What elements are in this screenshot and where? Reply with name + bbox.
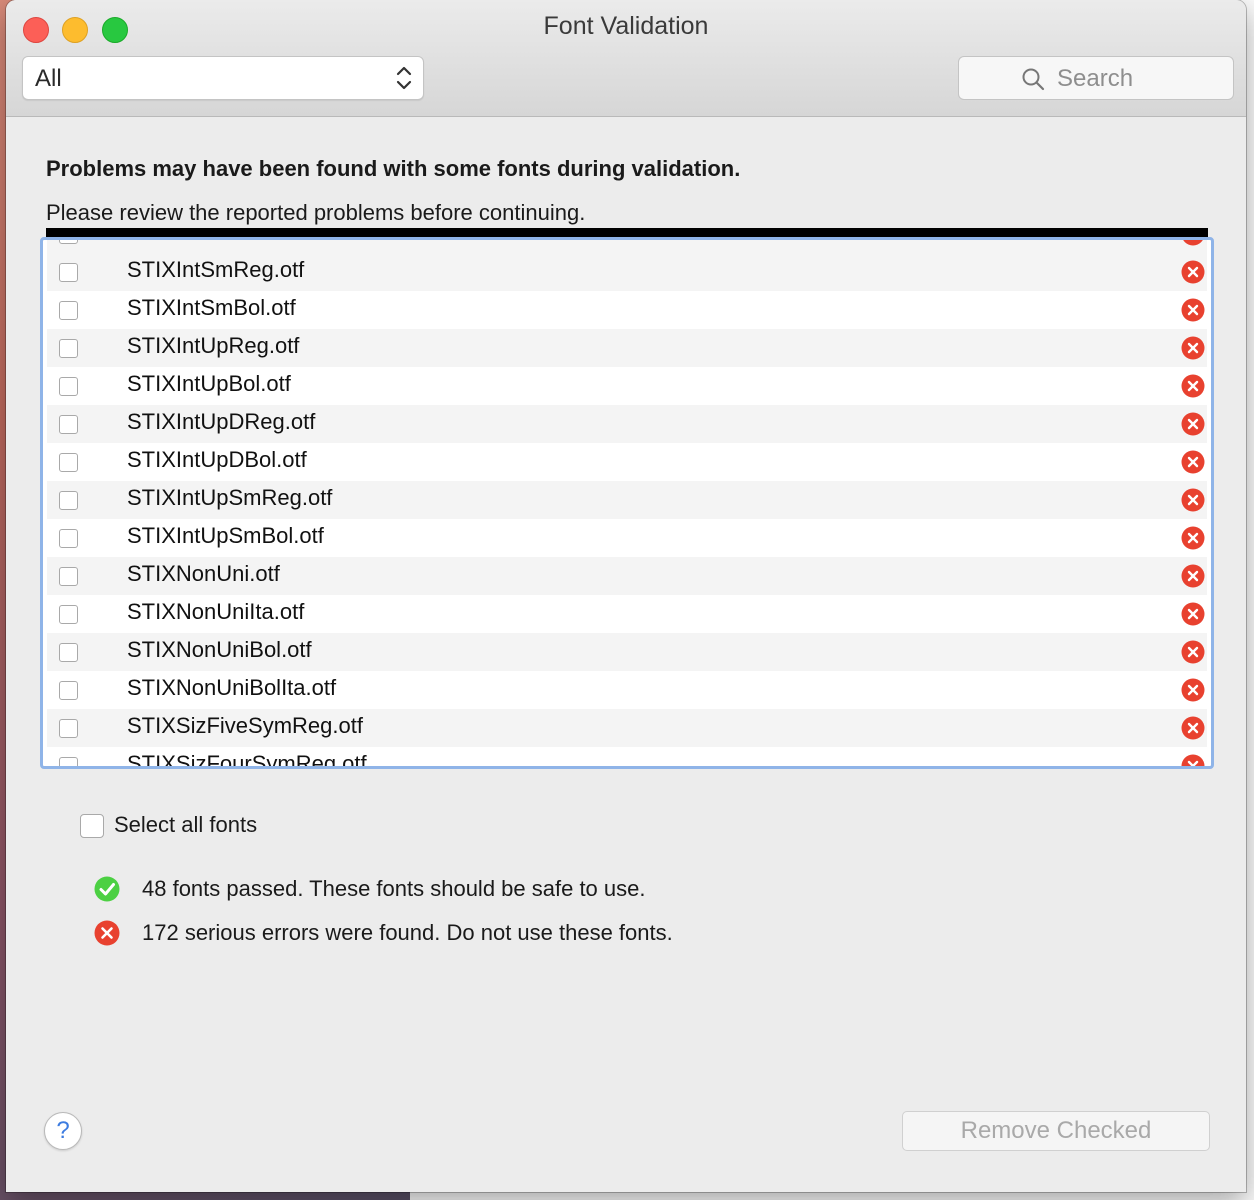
font-list-row[interactable]: STIXSizFiveSymReg.otf	[47, 709, 1207, 747]
font-file-name: STIXIntSmReg.otf	[127, 257, 305, 282]
font-row-checkbox[interactable]	[59, 491, 78, 510]
font-file-name: STIXSizFiveSymReg.otf	[127, 713, 363, 738]
font-list-row[interactable]: STIXNonUni.otf	[47, 557, 1207, 595]
font-list-row[interactable]: STIXIntSmItaBol.otf	[47, 240, 1207, 253]
up-down-chevron-icon	[396, 66, 412, 90]
font-list-rows: STIXIntSmItaBol.otf STIXIntSmReg.otf STIXI…	[47, 240, 1207, 766]
font-list[interactable]: STIXIntSmItaBol.otf STIXIntSmReg.otf STIXI…	[40, 237, 1214, 769]
font-row-checkbox[interactable]	[59, 453, 78, 472]
font-row-checkbox[interactable]	[59, 757, 78, 766]
passed-summary: 48 fonts passed. These fonts should be s…	[142, 876, 646, 901]
font-file-name: STIXSizFourSymReg.otf	[127, 751, 367, 766]
error-circle-icon	[1181, 260, 1205, 284]
font-file-name: STIXIntSmBol.otf	[127, 295, 296, 320]
font-list-row[interactable]: STIXIntSmBol.otf	[47, 291, 1207, 329]
errors-summary: 172 serious errors were found. Do not us…	[142, 920, 673, 945]
font-list-row[interactable]: STIXIntUpReg.otf	[47, 329, 1207, 367]
font-list-row[interactable]: STIXIntUpSmReg.otf	[47, 481, 1207, 519]
font-row-checkbox[interactable]	[59, 263, 78, 282]
font-row-checkbox[interactable]	[59, 301, 78, 320]
font-list-row[interactable]: STIXNonUniBol.otf	[47, 633, 1207, 671]
font-row-checkbox[interactable]	[59, 681, 78, 700]
error-circle-icon	[1181, 336, 1205, 360]
font-file-name: STIXIntUpDReg.otf	[127, 409, 316, 434]
window-title: Font Validation	[543, 12, 709, 40]
font-list-row[interactable]: STIXIntUpDBol.otf	[47, 443, 1207, 481]
font-row-checkbox[interactable]	[59, 643, 78, 662]
font-file-name: STIXNonUniBolIta.otf	[127, 675, 337, 700]
error-circle-icon	[1181, 640, 1205, 664]
search-placeholder: Search	[1057, 65, 1134, 92]
search-icon	[1022, 68, 1045, 91]
error-circle-icon	[1181, 564, 1205, 588]
error-circle-icon	[1181, 754, 1205, 766]
font-row-checkbox[interactable]	[59, 605, 78, 624]
font-row-checkbox[interactable]	[59, 339, 78, 358]
select-all-label[interactable]: Select all fonts	[114, 812, 257, 838]
font-row-checkbox[interactable]	[59, 240, 78, 244]
help-button[interactable]: ?	[44, 1112, 82, 1150]
error-circle-icon	[1181, 374, 1205, 398]
font-file-name: STIXIntUpSmReg.otf	[127, 485, 333, 510]
check-circle-icon	[94, 876, 120, 902]
font-list-row[interactable]: STIXIntUpDReg.otf	[47, 405, 1207, 443]
error-circle-icon	[1181, 450, 1205, 474]
title-bar: Font Validation All Search	[6, 0, 1246, 117]
error-circle-icon	[1181, 298, 1205, 322]
filter-select-value: All	[35, 65, 62, 92]
error-circle-icon	[1181, 716, 1205, 740]
font-validation-window: Font Validation All Search Problems may …	[6, 0, 1246, 1192]
font-file-name: STIXNonUniBol.otf	[127, 637, 312, 662]
error-circle-icon	[1181, 678, 1205, 702]
font-list-row[interactable]: STIXSizFourSymReg.otf	[47, 747, 1207, 766]
select-all-checkbox[interactable]	[80, 814, 104, 838]
font-list-row[interactable]: STIXNonUniBolIta.otf	[47, 671, 1207, 709]
error-circle-icon	[1181, 412, 1205, 436]
font-list-row[interactable]: STIXIntUpSmBol.otf	[47, 519, 1207, 557]
search-field[interactable]: Search	[958, 56, 1234, 100]
error-circle-icon	[94, 920, 120, 946]
font-file-name: STIXIntUpReg.otf	[127, 333, 300, 358]
font-row-checkbox[interactable]	[59, 377, 78, 396]
background-window-edge	[410, 1192, 1254, 1200]
filter-select[interactable]: All	[22, 56, 424, 100]
font-file-name: STIXIntUpDBol.otf	[127, 447, 307, 472]
remove-checked-button[interactable]: Remove Checked	[902, 1111, 1210, 1151]
list-header-bar	[46, 228, 1208, 237]
error-circle-icon	[1181, 488, 1205, 512]
font-file-name: STIXIntSmItaBol.otf	[127, 240, 320, 245]
review-instructions: Please review the reported problems befo…	[46, 200, 586, 225]
font-row-checkbox[interactable]	[59, 529, 78, 548]
font-row-checkbox[interactable]	[59, 719, 78, 738]
font-row-checkbox[interactable]	[59, 567, 78, 586]
error-circle-icon	[1181, 526, 1205, 550]
font-list-row[interactable]: STIXIntSmReg.otf	[47, 253, 1207, 291]
font-row-checkbox[interactable]	[59, 415, 78, 434]
font-list-row[interactable]: STIXNonUniIta.otf	[47, 595, 1207, 633]
error-circle-icon	[1183, 240, 1203, 246]
font-file-name: STIXIntUpBol.otf	[127, 371, 291, 396]
font-file-name: STIXIntUpSmBol.otf	[127, 523, 324, 548]
font-file-name: STIXNonUniIta.otf	[127, 599, 305, 624]
font-file-name: STIXNonUni.otf	[127, 561, 280, 586]
problems-heading: Problems may have been found with some f…	[46, 156, 741, 181]
font-list-row[interactable]: STIXIntUpBol.otf	[47, 367, 1207, 405]
error-circle-icon	[1181, 602, 1205, 626]
